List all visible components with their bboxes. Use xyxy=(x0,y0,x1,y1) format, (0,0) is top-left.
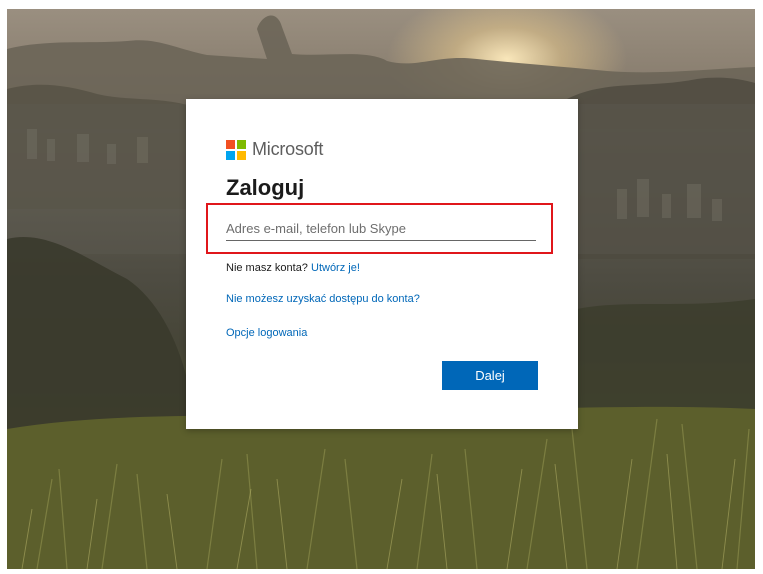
next-button[interactable]: Dalej xyxy=(442,361,538,390)
signin-options-link[interactable]: Opcje logowania xyxy=(226,327,307,339)
logo-square-blue xyxy=(226,150,235,160)
email-field[interactable] xyxy=(226,216,536,241)
microsoft-logo-icon xyxy=(226,139,246,160)
brand-name: Microsoft xyxy=(252,139,324,159)
no-account-text: Nie masz konta? xyxy=(226,262,308,274)
microsoft-logo: Microsoft xyxy=(226,139,323,160)
create-account-link[interactable]: Utwórz je! xyxy=(311,262,360,274)
cant-access-link[interactable]: Nie możesz uzyskać dostępu do konta? xyxy=(226,293,420,305)
logo-square-green xyxy=(237,139,246,149)
screenshot-frame: Microsoft Zaloguj Nie masz konta? Utwórz… xyxy=(0,0,763,574)
logo-square-red xyxy=(226,139,235,149)
create-account-row: Nie masz konta? Utwórz je! xyxy=(226,262,360,274)
logo-square-yellow xyxy=(237,150,246,160)
signin-card: Microsoft Zaloguj Nie masz konta? Utwórz… xyxy=(186,99,578,429)
page-title: Zaloguj xyxy=(226,175,305,200)
